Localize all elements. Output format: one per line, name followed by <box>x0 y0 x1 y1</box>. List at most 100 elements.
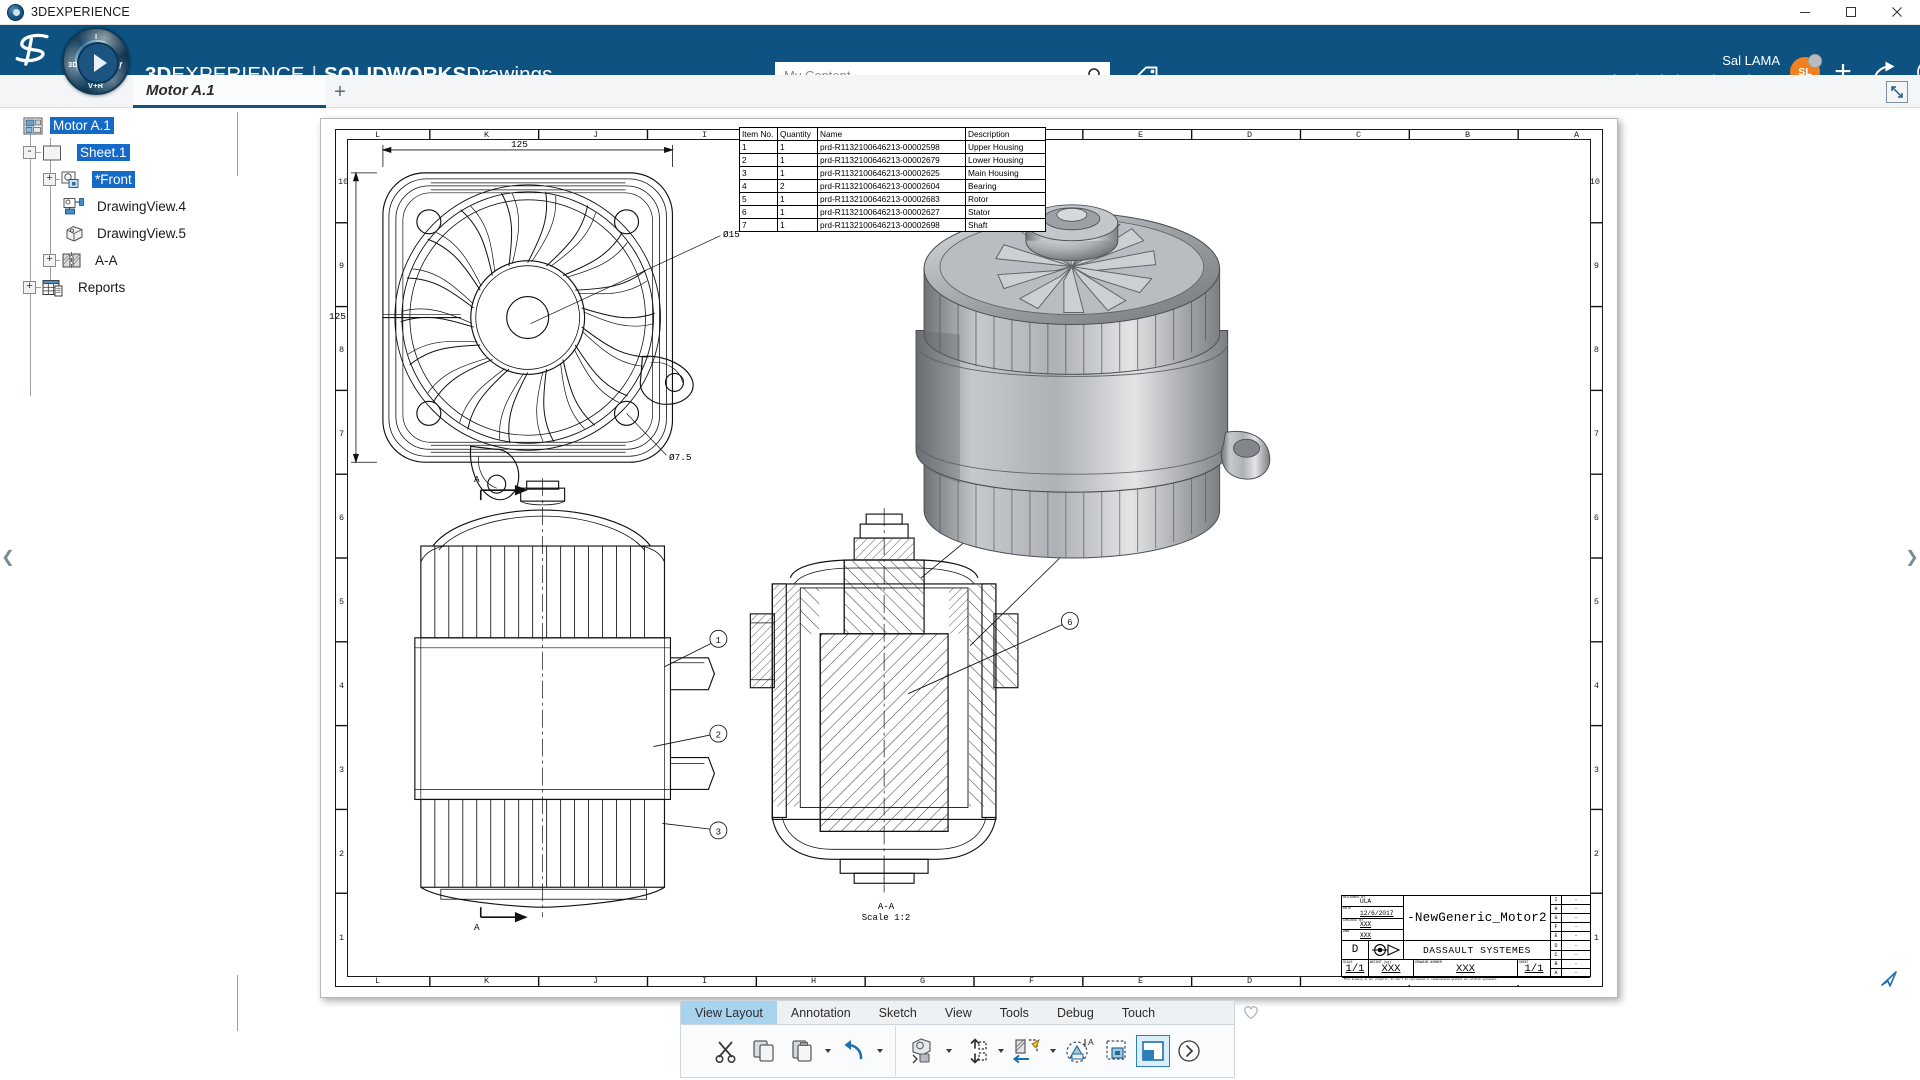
bill-of-materials-table[interactable]: Item No. Quantity Name Description 1 1 p… <box>739 127 1046 232</box>
dimension-width[interactable]: 125 <box>511 139 528 150</box>
tab-tools[interactable]: Tools <box>986 1001 1043 1024</box>
bom-cell-item: 3 <box>739 166 778 180</box>
crop-view-icon[interactable] <box>1098 1028 1136 1074</box>
projected-view-caret[interactable] <box>994 1028 1008 1074</box>
section-view-caption[interactable]: A-A Scale 1:2 <box>857 902 915 925</box>
bom-cell-qty: 1 <box>777 166 818 180</box>
undo-dropdown-caret[interactable] <box>873 1028 887 1074</box>
bom-cell-desc: Lower Housing <box>965 153 1046 167</box>
tab-view[interactable]: View <box>931 1001 986 1024</box>
paste-dropdown-caret[interactable] <box>821 1028 835 1074</box>
3ds-logo-icon <box>15 33 49 66</box>
tab-touch[interactable]: Touch <box>1108 1001 1169 1024</box>
document-tab-strip: Motor A.1 + <box>0 75 1920 108</box>
auxiliary-view-icon[interactable]: A <box>1060 1028 1098 1074</box>
svg-text:A: A <box>1088 1037 1094 1047</box>
tree-expander-front[interactable]: + <box>43 173 56 186</box>
tree-node-reports[interactable]: + Reports <box>0 274 232 301</box>
drawing-geometry[interactable]: 1 2 3 4 5 6 <box>321 119 1617 997</box>
feature-tree-panel: Motor A.1 - Sheet.1 + *Front DrawingView… <box>0 108 232 988</box>
new-tab-button[interactable]: + <box>328 80 352 104</box>
section-view-icon[interactable] <box>1008 1028 1046 1074</box>
title-block-footer-note: This drawing is our property. It can't b… <box>1342 977 1590 985</box>
projected-view-icon[interactable] <box>956 1028 994 1074</box>
tree-node-front[interactable]: + *Front <box>0 166 232 193</box>
bom-header-item-no: Item No. <box>739 127 778 141</box>
bom-cell-qty: 1 <box>777 192 818 206</box>
section-view-caret[interactable] <box>1046 1028 1060 1074</box>
dimension-hole-small[interactable]: Ø7.5 <box>669 452 692 463</box>
command-icon-row: A <box>680 1024 1235 1078</box>
broken-out-section-icon[interactable] <box>1136 1035 1170 1067</box>
expand-icon[interactable] <box>1886 81 1908 103</box>
bom-cell-qty: 1 <box>777 205 818 219</box>
meta-value-dwn: XXX <box>1360 932 1372 940</box>
toolbar-divider <box>895 1026 896 1076</box>
compass-label-top: Ɩ <box>95 32 98 41</box>
tab-annotation[interactable]: Annotation <box>777 1001 865 1024</box>
undo-icon[interactable] <box>835 1028 873 1074</box>
bom-cell-desc: Rotor <box>965 192 1046 206</box>
bom-cell-desc: Shaft <box>965 218 1046 232</box>
tree-node-section-aa[interactable]: + A-A <box>0 247 232 274</box>
section-cut-label-top[interactable]: A <box>474 474 480 485</box>
tree-expander-aa[interactable]: + <box>43 254 56 267</box>
tree-node-sheet[interactable]: - Sheet.1 <box>0 139 232 166</box>
close-button[interactable] <box>1874 0 1920 25</box>
drawing-canvas[interactable]: LL KK JJ II HH GG FF EE DD CC BB AA 1010… <box>242 108 1896 998</box>
more-commands-icon[interactable] <box>1170 1028 1208 1074</box>
collapse-right-panel-icon[interactable]: ❯ <box>1905 540 1918 574</box>
3dexperience-compass-icon[interactable]: Ɩ 3D iƒ V+R <box>62 27 130 95</box>
bom-row: 3 1 prd-R1132100646213-00002625 Main Hou… <box>739 166 1046 180</box>
dimension-height[interactable]: 125 <box>329 311 346 322</box>
front-view-icon <box>61 171 79 188</box>
cut-icon[interactable] <box>707 1028 745 1074</box>
bom-cell-desc: Stator <box>965 205 1046 219</box>
tree-expander-reports[interactable]: + <box>23 281 36 294</box>
pointer-icon <box>1881 971 1897 987</box>
drawing-sheet[interactable]: LL KK JJ II HH GG FF EE DD CC BB AA 1010… <box>320 118 1618 998</box>
model-view-caret[interactable] <box>942 1028 956 1074</box>
tab-view-layout[interactable]: View Layout <box>681 1001 777 1024</box>
title-block[interactable]: DESIGNED BY ULA DATE 12/6/2017 CHECKED B… <box>1341 895 1591 985</box>
collapse-left-panel-icon[interactable]: ❮ <box>1 540 14 574</box>
copy-icon[interactable] <box>745 1028 783 1074</box>
tree-node-motor[interactable]: Motor A.1 <box>0 112 232 139</box>
section-cut-label-bottom[interactable]: A <box>474 922 480 933</box>
svg-text:1: 1 <box>716 636 721 646</box>
bom-cell-item: 6 <box>739 205 778 219</box>
bom-row: 6 1 prd-R1132100646213-00002627 Stator <box>739 205 1046 219</box>
key-sheet: SHEET <box>1519 960 1529 964</box>
meta-key-date: DATE <box>1343 907 1352 912</box>
bom-cell-name: prd-R1132100646213-00002683 <box>817 192 966 206</box>
tab-sketch[interactable]: Sketch <box>865 1001 931 1024</box>
tree-expander-sheet[interactable]: - <box>23 146 36 159</box>
value-scale: 1/1 <box>1345 963 1365 975</box>
tree-node-drawingview5[interactable]: DrawingView.5 <box>0 220 232 247</box>
meta-checked-by: CHECKED BY XXX <box>1342 919 1403 930</box>
compass-center <box>77 42 119 84</box>
revision-letter: B <box>1551 960 1561 969</box>
title-block-scale: SCALE 1/1 <box>1342 960 1369 976</box>
favorites-heart-icon[interactable] <box>1242 1003 1260 1021</box>
compass-play-icon <box>93 54 107 72</box>
view-side <box>414 478 716 918</box>
command-manager: View Layout Annotation Sketch View Tools… <box>672 1000 1258 1080</box>
model-view-icon[interactable] <box>904 1028 942 1074</box>
reports-icon <box>42 279 63 296</box>
paste-icon[interactable] <box>783 1028 821 1074</box>
view-front <box>382 172 694 501</box>
bom-cell-name: prd-R1132100646213-00002627 <box>817 205 966 219</box>
revision-letters-column: I H G F E D C B A <box>1551 896 1562 978</box>
maximize-button[interactable] <box>1828 0 1874 25</box>
minimize-button[interactable] <box>1782 0 1828 25</box>
value-sheet: 1/1 <box>1524 963 1544 975</box>
tab-motor-a1[interactable]: Motor A.1 <box>133 75 326 108</box>
dimension-hole-large[interactable]: Ø15 <box>723 229 740 240</box>
tree-node-drawingview4[interactable]: DrawingView.4 <box>0 193 232 220</box>
svg-text:6: 6 <box>1067 618 1072 628</box>
tab-debug[interactable]: Debug <box>1043 1001 1108 1024</box>
bom-cell-item: 5 <box>739 192 778 206</box>
bom-header-row: Item No. Quantity Name Description <box>739 127 1046 141</box>
meta-value-checked-by: XXX <box>1360 920 1372 928</box>
